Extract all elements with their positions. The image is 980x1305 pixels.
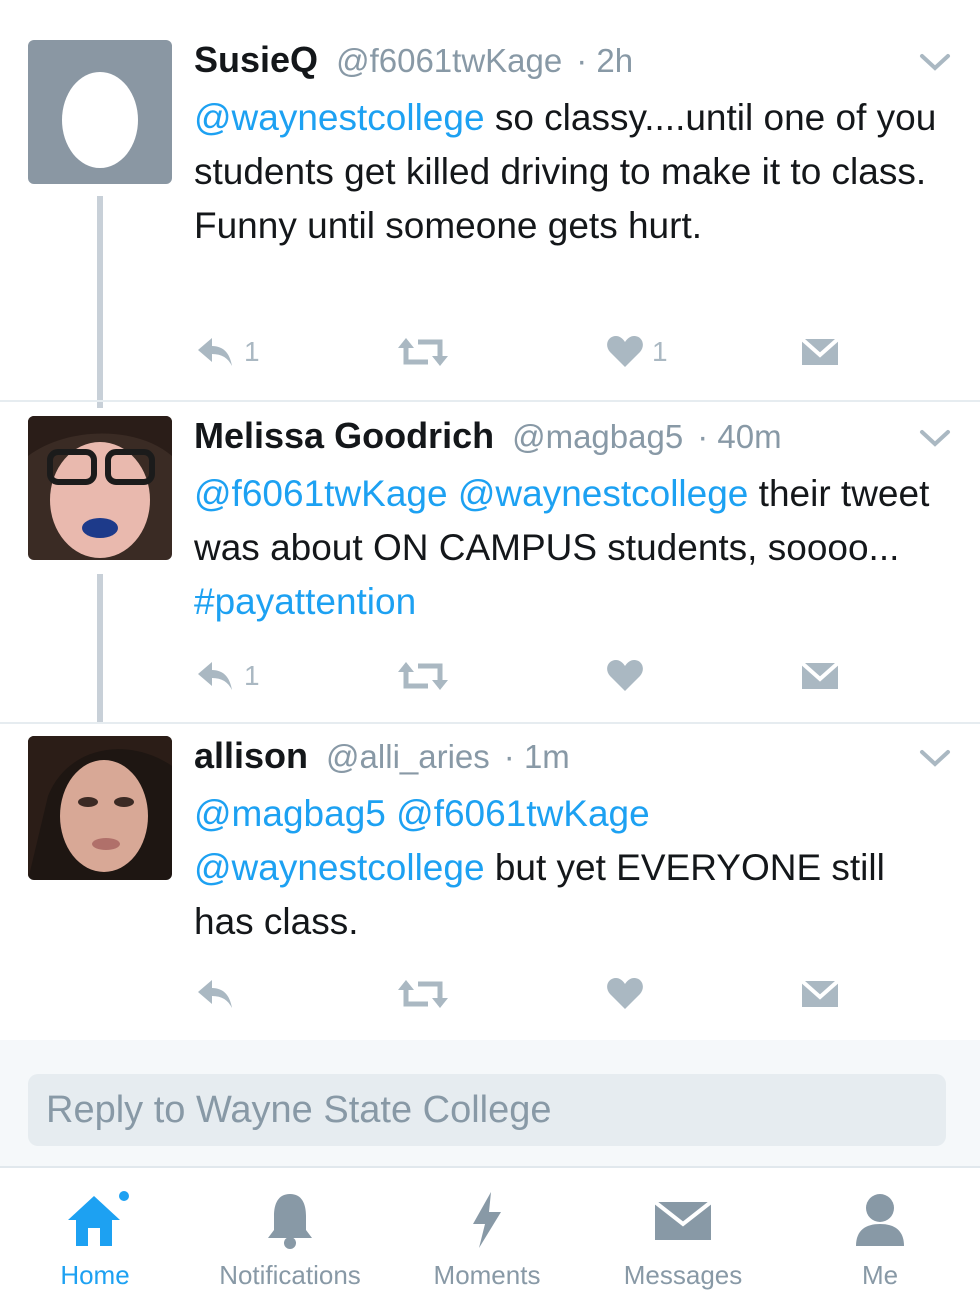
reply-button[interactable]: 1: [194, 330, 260, 374]
tab-label: Home: [60, 1260, 130, 1290]
tab-home[interactable]: Home: [0, 1190, 190, 1291]
heart-icon: [607, 978, 643, 1009]
envelope-icon: [653, 1200, 713, 1240]
tweet-text: @waynestcollege so classy....until one o…: [194, 91, 950, 253]
mention-link[interactable]: @f6061twKage: [396, 793, 650, 834]
mention-link[interactable]: @magbag5: [194, 793, 386, 834]
reply-count: 1: [244, 660, 260, 691]
user-photo-avatar: [28, 416, 172, 560]
avatar[interactable]: [28, 736, 172, 880]
home-icon: [68, 1191, 129, 1246]
mention-link[interactable]: @f6061twKage: [194, 473, 448, 514]
retweet-button[interactable]: [398, 972, 448, 1016]
thread-line: [97, 574, 103, 724]
timestamp[interactable]: · 1m: [504, 738, 570, 775]
retweet-icon: [398, 338, 448, 366]
chevron-down-icon[interactable]: [918, 426, 952, 450]
user-name[interactable]: SusieQ: [194, 39, 318, 80]
mention-link[interactable]: @waynestcollege: [194, 97, 485, 138]
reply-icon: [198, 338, 232, 366]
retweet-button[interactable]: [398, 330, 448, 374]
mention-link[interactable]: #payattention: [194, 581, 416, 622]
tab-label: Messages: [623, 1260, 743, 1290]
person-icon: [856, 1194, 904, 1246]
retweet-icon: [398, 662, 448, 690]
like-button[interactable]: [606, 654, 652, 698]
like-count: 1: [652, 336, 668, 367]
tab-notifications[interactable]: Notifications: [195, 1190, 385, 1291]
retweet-icon: [398, 980, 448, 1008]
direct-message-icon: [800, 337, 840, 365]
tweet-text: @f6061twKage @waynestcollege their tweet…: [194, 467, 950, 629]
user-photo-avatar: [28, 736, 172, 880]
direct-message-button[interactable]: [798, 972, 842, 1016]
direct-message-button[interactable]: [798, 330, 842, 374]
tab-moments[interactable]: Moments: [392, 1190, 582, 1291]
like-button[interactable]: [606, 972, 652, 1016]
bell-icon: [268, 1194, 312, 1249]
user-handle[interactable]: @alli_aries: [326, 738, 490, 775]
avatar[interactable]: [28, 40, 172, 184]
direct-message-icon: [800, 979, 840, 1007]
timestamp[interactable]: · 2h: [576, 42, 633, 79]
like-button[interactable]: 1: [606, 330, 668, 374]
tweet-text-segment: [448, 473, 458, 514]
reply-button[interactable]: [194, 972, 244, 1016]
reply-bar: Reply to Wayne State College: [0, 1040, 980, 1166]
direct-message-button[interactable]: [798, 654, 842, 698]
tab-label: Moments: [433, 1260, 541, 1290]
chevron-down-icon[interactable]: [918, 746, 952, 770]
tab-messages[interactable]: Messages: [588, 1190, 778, 1291]
reply-count: 1: [244, 336, 260, 367]
lightning-icon: [473, 1192, 501, 1248]
retweet-button[interactable]: [398, 654, 448, 698]
chevron-down-icon[interactable]: [918, 50, 952, 74]
tweet-text: @magbag5 @f6061twKage @waynestcollege bu…: [194, 787, 950, 949]
egg-avatar-icon: [28, 40, 172, 184]
tweet-text-segment: [386, 793, 396, 834]
divider: [0, 400, 980, 402]
user-name[interactable]: Melissa Goodrich: [194, 415, 494, 456]
tab-bar: Home Notifications Moments Messages Me: [0, 1166, 980, 1305]
timestamp[interactable]: · 40m: [697, 418, 781, 455]
heart-icon: [607, 336, 643, 367]
user-handle[interactable]: @f6061twKage: [336, 42, 562, 79]
tab-me[interactable]: Me: [785, 1190, 975, 1291]
heart-icon: [607, 660, 643, 691]
tab-label: Notifications: [219, 1260, 361, 1290]
direct-message-icon: [800, 661, 840, 689]
user-name[interactable]: allison: [194, 735, 308, 776]
tab-label: Me: [861, 1260, 899, 1290]
divider: [0, 722, 980, 724]
mention-link[interactable]: @waynestcollege: [194, 847, 485, 888]
user-handle[interactable]: @magbag5: [512, 418, 683, 455]
thread-line: [97, 196, 103, 408]
reply-input[interactable]: Reply to Wayne State College: [28, 1074, 946, 1146]
reply-icon: [198, 980, 232, 1008]
reply-icon: [198, 662, 232, 690]
reply-button[interactable]: 1: [194, 654, 260, 698]
avatar[interactable]: [28, 416, 172, 560]
mention-link[interactable]: @waynestcollege: [458, 473, 749, 514]
